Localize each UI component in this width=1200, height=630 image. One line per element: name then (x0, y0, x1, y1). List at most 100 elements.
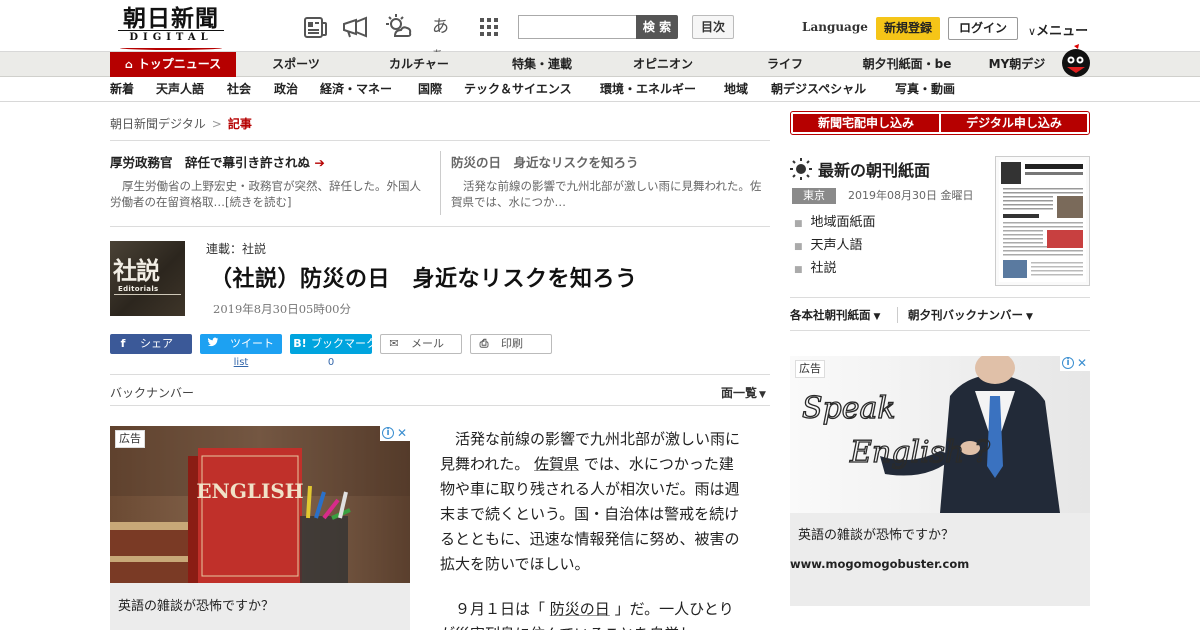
nav2-society[interactable]: 社会 (227, 77, 251, 102)
print-button[interactable]: ⎙ 印刷 (470, 334, 552, 354)
close-icon[interactable]: ✕ (1077, 356, 1087, 370)
bullet: ■ (794, 219, 803, 229)
font-size-large: あ (432, 17, 449, 37)
close-icon[interactable]: ✕ (397, 426, 407, 440)
breadcrumb-current: 記事 (227, 117, 252, 131)
search-button[interactable]: 検 索 (636, 15, 678, 39)
page-list-label: 面一覧 (721, 386, 758, 400)
nav-sports[interactable]: スポーツ (258, 52, 334, 77)
ad-label: 広告 (115, 430, 145, 448)
megaphone-icon[interactable] (342, 14, 368, 40)
ad-choices[interactable]: i ✕ (380, 426, 410, 441)
mascot-icon[interactable] (1054, 42, 1094, 78)
related-title: 厚労政務官 辞任で幕引き許されぬ ➔ (110, 154, 432, 172)
ad-copy[interactable]: 英語の雑談が恐怖ですか？ (798, 524, 954, 543)
tweet-button[interactable]: ツイート (200, 334, 282, 354)
nav-culture[interactable]: カルチャー (375, 52, 463, 77)
tweet-list-link[interactable]: list (200, 357, 282, 368)
advertisement-left[interactable]: ENGLISH 広告 i ✕ 英語の雑談が恐怖ですか？ (110, 426, 410, 630)
mail-label: メール (411, 337, 444, 350)
paper-link-local[interactable]: ■ 地域面紙面 (794, 212, 876, 235)
paper-link-tenseijingo[interactable]: ■ 天声人語 (794, 235, 876, 258)
mail-button[interactable]: ✉ メール (380, 334, 462, 354)
site-header: 朝日新聞 DIGITAL ああ 検 索 目次 Language 新規登録 ログイ… (0, 0, 1200, 61)
breadcrumb-separator: > (211, 117, 222, 131)
newspaper-front-thumbnail[interactable] (995, 156, 1090, 286)
search-input[interactable] (518, 15, 638, 39)
ad-label: 広告 (795, 360, 825, 378)
bookmark-count[interactable]: 0 (290, 357, 372, 368)
nav2-politics[interactable]: 政治 (274, 77, 298, 102)
backnumber-dropdown[interactable]: 朝夕刊バックナンバー ▼ (908, 307, 1033, 323)
nav-my-asadigi[interactable]: MY朝デジ (980, 52, 1054, 77)
ad-url[interactable]: www.mogomogobuster.com (790, 557, 969, 571)
related-article-2[interactable]: 防災の日 身近なリスクを知ろう 活発な前線の影響で九州北部が激しい雨に見舞われた… (451, 154, 766, 210)
paper-title-text: 最新の朝刊紙面 (818, 161, 931, 180)
login-button[interactable]: ログイン (948, 17, 1018, 40)
related-article-1[interactable]: 厚労政務官 辞任で幕引き許されぬ ➔ 厚生労働省の上野宏史・政務官が突然、辞任し… (110, 154, 432, 210)
regional-paper-dropdown[interactable]: 各本社朝刊紙面 ▼ (790, 307, 880, 323)
site-logo[interactable]: 朝日新聞 DIGITAL (112, 6, 230, 50)
weather-icon[interactable] (386, 14, 412, 40)
breadcrumb-home[interactable]: 朝日新聞デジタル (110, 117, 206, 131)
nav2-photo[interactable]: 写真・動画 (895, 77, 955, 102)
home-icon: ⌂ (124, 58, 133, 71)
ad-book-title: ENGLISH (196, 479, 303, 503)
newspaper-subscribe-button[interactable]: 新聞宅配申し込み (793, 114, 939, 132)
nav2-economy[interactable]: 経済・マネー (320, 77, 392, 102)
paper-links: ■ 地域面紙面 ■ 天声人語 ■ 社説 (794, 212, 876, 281)
series-label[interactable]: 連載：社説 (206, 240, 266, 257)
nav2-new[interactable]: 新着 (110, 77, 134, 102)
nav2-local[interactable]: 地域 (724, 77, 748, 102)
digital-subscribe-button[interactable]: デジタル申し込み (941, 114, 1087, 132)
register-button[interactable]: 新規登録 (876, 17, 940, 40)
language-link[interactable]: Language (802, 20, 868, 34)
nav2-world[interactable]: 国際 (418, 77, 442, 102)
contents-button[interactable]: 目次 (692, 15, 734, 39)
nav2-tech[interactable]: テック＆サイエンス (464, 77, 572, 102)
nav-opinion[interactable]: オピニオン (620, 52, 706, 77)
info-icon[interactable]: i (1062, 357, 1074, 369)
nav-top-news[interactable]: ⌂ トップニュース (110, 52, 236, 77)
nav2-special[interactable]: 朝デジスペシャル (771, 77, 866, 102)
nav2-tenseijingo[interactable]: 天声人語 (156, 77, 204, 102)
bullet: ■ (794, 265, 803, 275)
ad-image: ENGLISH (110, 426, 410, 583)
related-title-text: 厚労政務官 辞任で幕引き許されぬ (110, 155, 311, 170)
ad-copy[interactable]: 英語の雑談が恐怖ですか？ (118, 595, 274, 614)
hatena-icon: B! (293, 337, 307, 350)
primary-nav: ⌂ トップニュース スポーツ カルチャー 特集・連載 オピニオン ライフ 朝夕刊紙… (0, 52, 1200, 77)
nav-features[interactable]: 特集・連載 (497, 52, 587, 77)
ad-board-text-2: English ? (849, 435, 991, 470)
facebook-share-button[interactable]: f シェア (110, 334, 192, 354)
hatena-bookmark-button[interactable]: B! ブックマーク (290, 334, 377, 354)
info-icon[interactable]: i (382, 427, 394, 439)
secondary-nav: 新着 天声人語 社会 政治 経済・マネー 国際 テック＆サイエンス 環境・エネル… (0, 77, 1200, 102)
grid-menu-icon[interactable] (476, 14, 502, 40)
ad-choices[interactable]: i ✕ (1060, 356, 1090, 371)
advertisement-right[interactable]: Speak English ? 広告 i ✕ 英語の雑談が恐怖ですか？ www.m… (790, 356, 1090, 606)
divider (110, 226, 770, 227)
dropdown-triangle-icon: ▼ (1026, 312, 1033, 322)
editorial-thumbnail: 社説 Editorials (110, 241, 185, 316)
paper-link-editorial[interactable]: ■ 社説 (794, 258, 876, 281)
latest-paper-heading: 最新の朝刊紙面 (790, 157, 930, 181)
keyword-link[interactable]: 防災の日 (550, 600, 610, 618)
page-list-dropdown[interactable]: 面一覧 ▼ (721, 384, 766, 401)
nav2-environment[interactable]: 環境・エネルギー (600, 77, 696, 102)
nav-life[interactable]: ライフ (755, 52, 815, 77)
dropdown-triangle-icon: ▼ (759, 390, 766, 400)
share-label: シェア (140, 337, 173, 350)
chevron-down-icon: ∨ (1028, 25, 1037, 38)
menu-button[interactable]: ∨メニュー (1028, 20, 1088, 39)
keyword-link[interactable]: 佐賀県 (534, 455, 579, 473)
breadcrumb: 朝日新聞デジタル > 記事 (110, 115, 252, 132)
font-size-icon[interactable]: ああ (432, 14, 458, 61)
nav-paper[interactable]: 朝夕刊紙面・be (853, 52, 961, 77)
newspaper-icon[interactable] (302, 14, 328, 40)
edition-date: 2019年08月30日 金曜日 (848, 189, 974, 202)
backnumber-label: バックナンバー (110, 386, 195, 400)
related-summary: 活発な前線の影響で九州北部が激しい雨に見舞われた。佐賀県では、水につか… (451, 179, 762, 209)
subscribe-buttons: 新聞宅配申し込み デジタル申し込み (790, 111, 1090, 135)
nav-label: トップニュース (137, 57, 222, 71)
